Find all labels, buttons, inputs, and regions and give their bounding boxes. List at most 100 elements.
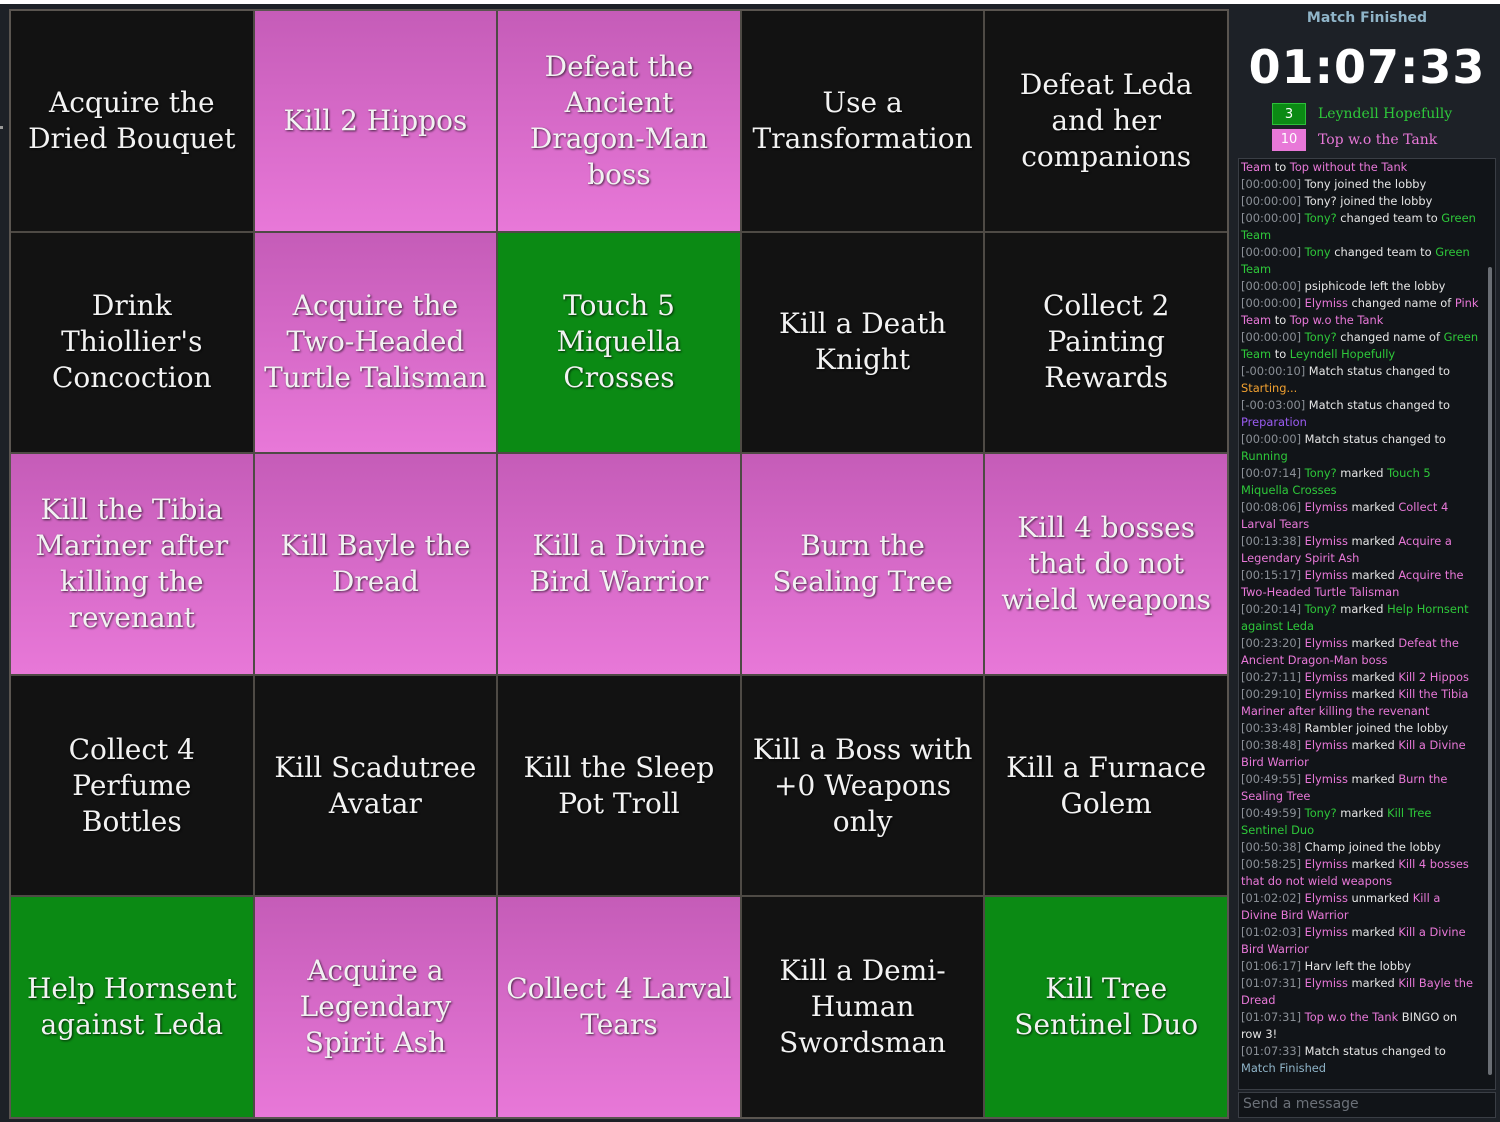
log-text: Tony joined the lobby [1304, 177, 1427, 191]
team-score: 10 [1272, 129, 1306, 151]
board-cell[interactable]: Help Hornsent against Leda [11, 897, 253, 1117]
match-status: Match Finished [1306, 10, 1428, 26]
log-entry: [00:38:48] Elymiss marked Kill a Divine … [1241, 737, 1479, 771]
log-timestamp: [01:07:31] [1241, 976, 1305, 990]
log-timestamp: [01:07:33] [1241, 1044, 1305, 1058]
log-text: Tony? [1304, 806, 1337, 820]
board-cell[interactable]: Kill a Death Knight [741, 232, 984, 453]
log-entry: [00:15:17] Elymiss marked Acquire the Tw… [1241, 567, 1479, 601]
board-cell[interactable]: Kill a Demi-Human Swordsman [741, 897, 984, 1117]
board-cell[interactable]: Collect 2 Painting Rewards [985, 232, 1227, 453]
log-entry: [01:02:03] Elymiss marked Kill a Divine … [1241, 924, 1479, 958]
chat-scrollbar[interactable] [1488, 267, 1492, 1075]
log-entry: [00:49:55] Elymiss marked Burn the Seali… [1241, 771, 1479, 805]
log-text: Elymiss [1304, 670, 1348, 684]
board-cell[interactable]: Burn the Sealing Tree [741, 454, 984, 674]
log-entry: [-00:03:00] Match status changed to Prep… [1241, 397, 1479, 431]
board-cell[interactable]: Defeat Leda and her companions [985, 11, 1227, 231]
log-entry: [00:33:48] Rambler joined the lobby [1241, 720, 1479, 737]
board-cell[interactable]: Kill a Boss with +0 Weapons only [741, 675, 984, 896]
log-timestamp: [00:07:14] [1241, 466, 1305, 480]
log-timestamp: [00:49:59] [1241, 806, 1305, 820]
board-cell[interactable]: Kill Scadutree Avatar [254, 675, 497, 896]
log-timestamp: [00:00:00] [1241, 432, 1305, 446]
board-cell[interactable]: Kill 2 Hippos [254, 11, 497, 231]
team-name: Top w.o the Tank [1318, 132, 1438, 148]
log-text: unmarked [1347, 891, 1413, 905]
log-text: Elymiss [1304, 891, 1348, 905]
log-text: Tony? [1304, 466, 1337, 480]
log-text: marked [1347, 500, 1399, 514]
log-entry: [00:00:00] Tony? changed name of Green T… [1241, 329, 1479, 363]
board-cell[interactable]: Collect 4 Perfume Bottles [11, 675, 253, 896]
log-text: Match status changed to [1304, 1044, 1446, 1058]
team-name: Leyndell Hopefully [1318, 106, 1453, 122]
log-text: to [1271, 160, 1290, 174]
log-entry: [00:00:00] Tony joined the lobby [1241, 176, 1479, 193]
log-timestamp: [00:29:10] [1241, 687, 1305, 701]
log-text: to [1271, 313, 1290, 327]
board-cell[interactable]: Kill Tree Sentinel Duo [985, 897, 1227, 1117]
message-input[interactable]: Send a message [1238, 1092, 1496, 1118]
log-entry: [00:00:00] Tony? changed team to Green T… [1241, 210, 1479, 244]
log-entry: [00:13:38] Elymiss marked Acquire a Lege… [1241, 533, 1479, 567]
log-entry: [00:58:25] Elymiss marked Kill 4 bosses … [1241, 856, 1479, 890]
log-text: Team [1241, 160, 1272, 174]
board-cell[interactable]: Kill a Furnace Golem [985, 675, 1227, 896]
log-text: marked [1336, 602, 1388, 616]
log-text: Top w.o the Tank [1289, 313, 1384, 327]
board-cell[interactable]: Defeat the Ancient Dragon-Man boss [498, 11, 740, 231]
board-cell[interactable]: Acquire a Legendary Spirit Ash [254, 897, 497, 1117]
team-green[interactable]: 3 Leyndell Hopefully [1272, 103, 1452, 125]
log-entry: [00:00:00] Elymiss changed name of Pink … [1241, 295, 1479, 329]
log-text: Elymiss [1304, 976, 1348, 990]
log-text: marked [1347, 738, 1399, 752]
log-timestamp: [00:23:20] [1241, 636, 1305, 650]
log-timestamp: [00:00:00] [1241, 245, 1305, 259]
log-text: Elymiss [1304, 772, 1348, 786]
log-text: marked [1347, 687, 1399, 701]
log-text: Tony [1304, 245, 1331, 259]
log-text: changed team to [1336, 211, 1442, 225]
log-text: Match status changed to [1304, 432, 1446, 446]
board-cell[interactable]: Kill 4 bosses that do not wield weapons [985, 454, 1227, 674]
board-cell[interactable]: Kill a Divine Bird Warrior [498, 454, 740, 674]
chat-log[interactable]: Team to Top without the Tank [00:00:00] T… [1238, 158, 1496, 1090]
log-entry: [00:49:59] Tony? marked Kill Tree Sentin… [1241, 805, 1479, 839]
log-timestamp: [01:07:31] [1241, 1010, 1305, 1024]
log-entry: [00:00:00] Tony changed team to Green Te… [1241, 244, 1479, 278]
team-pink[interactable]: 10 Top w.o the Tank [1272, 129, 1437, 151]
log-text: Harv left the lobby [1304, 959, 1411, 973]
log-entry: [00:00:00] psiphicode left the lobby [1241, 278, 1479, 295]
log-timestamp: [00:38:48] [1241, 738, 1305, 752]
log-text: Elymiss [1304, 296, 1348, 310]
log-timestamp: [00:00:00] [1241, 211, 1305, 225]
board-cell[interactable]: Drink Thiollier's Concoction [11, 232, 253, 453]
log-text: Top w.o the Tank [1304, 1010, 1399, 1024]
log-timestamp: [00:49:55] [1241, 772, 1305, 786]
log-text: marked [1347, 568, 1399, 582]
board-cell[interactable]: Kill the Tibia Mariner after killing the… [11, 454, 253, 674]
log-entry: [00:00:00] Tony? joined the lobby [1241, 193, 1479, 210]
board-cell[interactable]: Touch 5 Miquella Crosses [498, 232, 740, 453]
board-cell[interactable]: Acquire the Two-Headed Turtle Talisman [254, 232, 497, 453]
log-text: Tony? [1304, 211, 1337, 225]
board-cell[interactable]: Kill Bayle the Dread [254, 454, 497, 674]
log-timestamp: [01:02:03] [1241, 925, 1305, 939]
log-text: Top without the Tank [1289, 160, 1408, 174]
log-text: changed name of [1347, 296, 1455, 310]
log-entry: [00:08:06] Elymiss marked Collect 4 Larv… [1241, 499, 1479, 533]
board-cell[interactable]: Use a Transformation [741, 11, 984, 231]
log-text: Elymiss [1304, 925, 1348, 939]
log-timestamp: [00:58:25] [1241, 857, 1305, 871]
log-entry: [01:06:17] Harv left the lobby [1241, 958, 1479, 975]
log-entry: [-00:00:10] Match status changed to Star… [1241, 363, 1479, 397]
board-cell[interactable]: Collect 4 Larval Tears [498, 897, 740, 1117]
log-text: marked [1347, 772, 1399, 786]
log-text: marked [1336, 466, 1388, 480]
log-text: Elymiss [1304, 738, 1348, 752]
board-cell[interactable]: Acquire the Dried Bouquet [11, 11, 253, 231]
log-entry: [00:23:20] Elymiss marked Defeat the Anc… [1241, 635, 1479, 669]
log-entry: [01:02:02] Elymiss unmarked Kill a Divin… [1241, 890, 1479, 924]
board-cell[interactable]: Kill the Sleep Pot Troll [498, 675, 740, 896]
